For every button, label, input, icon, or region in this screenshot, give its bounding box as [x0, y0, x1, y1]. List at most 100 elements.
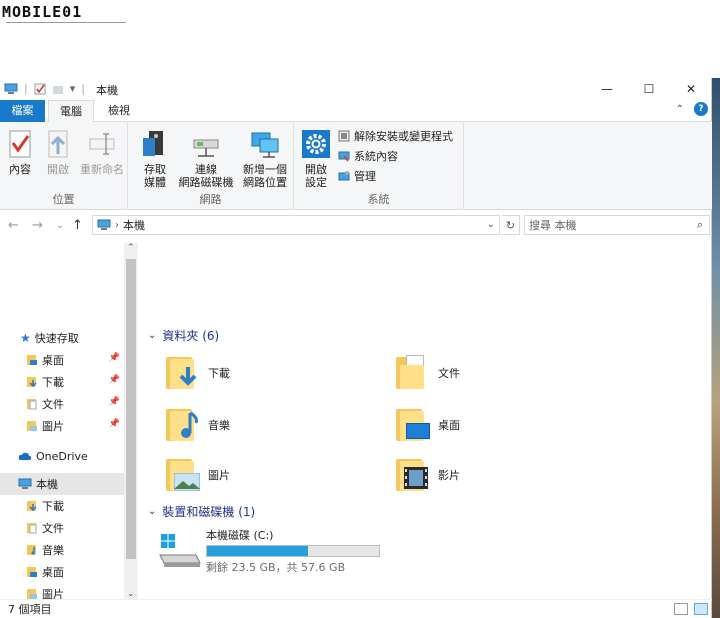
- pin-icon[interactable]: 📌: [109, 375, 120, 385]
- scroll-up-icon[interactable]: ⌃: [127, 243, 135, 253]
- up-arrow-icon[interactable]: ↑: [72, 218, 83, 233]
- folder-videos[interactable]: 影片: [394, 453, 594, 497]
- properties-button[interactable]: 內容: [4, 128, 36, 176]
- videos-folder-icon: [394, 455, 432, 495]
- add-network-location-button[interactable]: 新增一個 網路位置: [238, 128, 292, 189]
- breadcrumb-this-pc[interactable]: 本機: [123, 217, 145, 233]
- breadcrumb-chevron-icon[interactable]: ›: [115, 220, 119, 231]
- desktop-folder-icon: [394, 405, 432, 445]
- desktop-wallpaper-strip: [712, 78, 720, 618]
- documents-folder-icon: [394, 353, 432, 393]
- desktop-folder-icon: [27, 355, 37, 365]
- nav-quick-access[interactable]: ★ 快速存取: [0, 327, 124, 349]
- navigation-pane: ★ 快速存取 桌面 📌 下載 📌 文件 📌 圖片 📌 OneDrive 本機 下…: [0, 243, 138, 599]
- nav-scrollbar[interactable]: ⌃ ⌄: [124, 243, 138, 599]
- folder-pictures[interactable]: 圖片: [164, 453, 364, 497]
- nav-scroll-thumb[interactable]: [126, 259, 136, 559]
- recent-dropdown-icon[interactable]: ⌄: [56, 220, 64, 231]
- rename-button[interactable]: 重新命名: [78, 128, 126, 176]
- documents-folder-icon: [27, 399, 37, 410]
- nav-pc-documents-label: 文件: [42, 522, 64, 535]
- uninstall-program-button[interactable]: 解除安裝或變更程式: [338, 128, 453, 144]
- open-settings-button[interactable]: 開啟 設定: [300, 128, 332, 189]
- nav-quick-downloads[interactable]: 下載 📌: [0, 371, 124, 393]
- nav-onedrive[interactable]: OneDrive: [0, 445, 124, 467]
- downloads-folder-icon: [164, 353, 202, 393]
- tab-file[interactable]: 檔案: [0, 100, 45, 122]
- pin-icon[interactable]: 📌: [109, 397, 120, 407]
- tab-view[interactable]: 檢視: [98, 100, 140, 122]
- drive-info: 本機磁碟 (C:) 剩餘 23.5 GB，共 57.6 GB: [206, 527, 380, 575]
- nav-this-pc-label: 本機: [36, 478, 58, 491]
- nav-pc-downloads-label: 下載: [42, 500, 64, 513]
- folder-downloads[interactable]: 下載: [164, 351, 364, 395]
- qat-dropdown-icon[interactable]: ▾: [70, 82, 76, 95]
- address-input[interactable]: › 本機 ⌄: [92, 215, 500, 235]
- drive-free-space: 剩餘 23.5 GB，共 57.6 GB: [206, 561, 346, 574]
- folders-section-header[interactable]: ⌄ 資料夾 (6): [148, 325, 219, 345]
- open-button[interactable]: 開啟: [42, 128, 74, 176]
- settings-gear-icon: [300, 128, 332, 160]
- folder-desktop[interactable]: 桌面: [394, 403, 594, 447]
- system-small-buttons: 解除安裝或變更程式 系統內容 管理: [338, 128, 453, 184]
- rename-label: 重新命名: [80, 163, 124, 176]
- file-explorer-window: | ▾ | 本機 — ☐ ✕ 檔案 電腦 檢視 ⌃ ? 內容 開啟 重新命名 位…: [0, 78, 712, 618]
- close-button[interactable]: ✕: [670, 78, 712, 100]
- chevron-up-icon[interactable]: ⌃: [676, 104, 684, 115]
- access-media-button[interactable]: 存取 媒體: [134, 128, 176, 189]
- nav-pc-pictures[interactable]: 圖片: [0, 583, 124, 599]
- chevron-down-icon[interactable]: ⌄: [148, 330, 156, 341]
- details-view-icon[interactable]: [674, 603, 688, 615]
- nav-pc-music-label: 音樂: [42, 544, 64, 557]
- properties-check-icon[interactable]: [34, 83, 46, 95]
- cloud-icon: [18, 452, 32, 460]
- nav-pc-desktop[interactable]: 桌面: [0, 561, 124, 583]
- help-icon[interactable]: ?: [694, 102, 708, 116]
- map-network-drive-label: 連線 網路磁碟機: [178, 163, 234, 189]
- nav-pc-music[interactable]: 音樂: [0, 539, 124, 561]
- nav-onedrive-label: OneDrive: [36, 449, 88, 463]
- search-placeholder: 搜尋 本機: [529, 219, 577, 232]
- nav-quick-pictures[interactable]: 圖片 📌: [0, 415, 124, 437]
- refresh-icon[interactable]: ↻: [502, 215, 520, 235]
- ribbon-group-location: 內容 開啟 重新命名 位置: [0, 122, 128, 210]
- system-properties-button[interactable]: 系統內容: [338, 148, 453, 164]
- new-folder-icon[interactable]: [52, 83, 64, 95]
- maximize-button[interactable]: ☐: [628, 78, 670, 100]
- nav-this-pc[interactable]: 本機: [0, 473, 124, 495]
- uninstall-icon: [338, 130, 350, 142]
- back-arrow-icon[interactable]: ←: [8, 218, 19, 233]
- devices-section-header[interactable]: ⌄ 裝置和磁碟機 (1): [148, 501, 255, 521]
- folder-documents[interactable]: 文件: [394, 351, 594, 395]
- chevron-down-icon[interactable]: ⌄: [148, 506, 156, 517]
- watermark-divider: [6, 22, 126, 23]
- scroll-down-icon[interactable]: ⌄: [127, 589, 135, 599]
- address-bar-row: ← → ⌄ ↑ › 本機 ⌄ ↻ 搜尋 本機 ⌕: [0, 215, 712, 237]
- properties-label: 內容: [9, 163, 31, 176]
- minimize-button[interactable]: —: [586, 78, 628, 100]
- forward-arrow-icon[interactable]: →: [32, 218, 43, 233]
- search-icon[interactable]: ⌕: [697, 218, 703, 232]
- nav-pc-downloads[interactable]: 下載: [0, 495, 124, 517]
- item-count: 7 個項目: [8, 603, 52, 616]
- folder-music[interactable]: 音樂: [164, 403, 364, 447]
- tab-computer[interactable]: 電腦: [48, 100, 94, 123]
- nav-quick-documents-label: 文件: [42, 398, 64, 411]
- nav-quick-desktop[interactable]: 桌面 📌: [0, 349, 124, 371]
- pin-icon[interactable]: 📌: [109, 419, 120, 429]
- open-settings-label: 開啟 設定: [305, 163, 327, 189]
- address-dropdown-icon[interactable]: ⌄: [487, 219, 495, 230]
- downloads-folder-icon: [27, 501, 37, 512]
- pin-icon[interactable]: 📌: [109, 353, 120, 363]
- nav-quick-documents[interactable]: 文件 📌: [0, 393, 124, 415]
- open-icon: [42, 128, 74, 160]
- nav-pc-documents[interactable]: 文件: [0, 517, 124, 539]
- drive-c[interactable]: 本機磁碟 (C:) 剩餘 23.5 GB，共 57.6 GB: [158, 527, 398, 575]
- search-input[interactable]: 搜尋 本機 ⌕: [524, 215, 710, 235]
- this-pc-icon: [4, 83, 18, 94]
- properties-icon: [4, 128, 36, 160]
- map-network-drive-button[interactable]: 連線 網路磁碟機: [176, 128, 236, 189]
- manage-button[interactable]: 管理: [338, 168, 453, 184]
- large-icons-view-icon[interactable]: [694, 603, 708, 615]
- folder-documents-label: 文件: [438, 367, 460, 380]
